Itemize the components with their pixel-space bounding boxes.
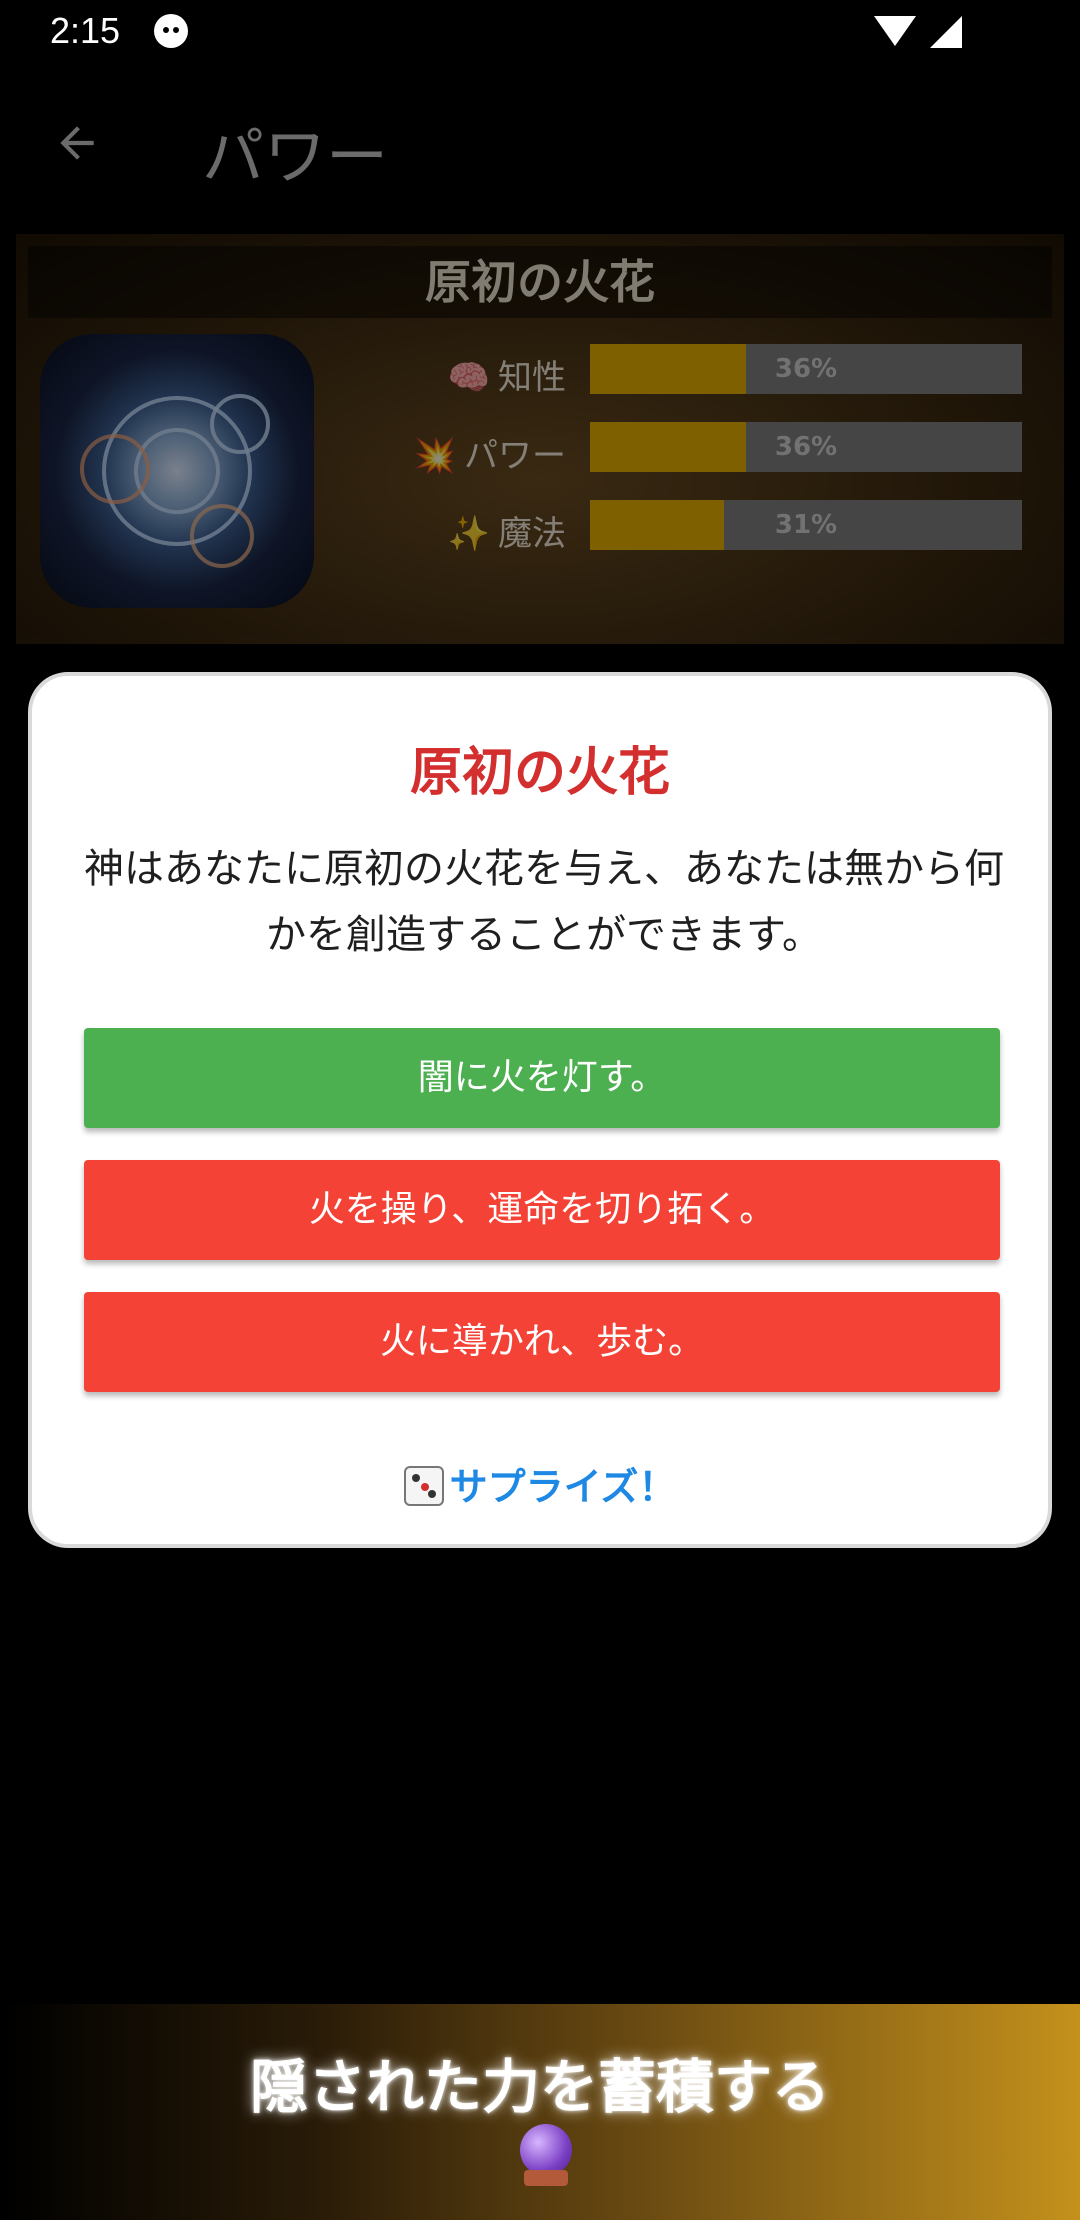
accumulate-power-banner[interactable]: 隠された力を蓄積する xyxy=(0,2004,1080,2220)
stat-row-magic: ✨ 魔法 31% xyxy=(276,500,1056,578)
app-bar: パワー xyxy=(0,90,1080,200)
wifi-icon xyxy=(874,16,916,46)
stat-label: 💥 パワー xyxy=(413,436,566,476)
cosmic-orb-image xyxy=(40,334,314,608)
surprise-link[interactable]: サプライズ！ xyxy=(32,1456,1048,1511)
dialog-body: 神はあなたに原初の火花を与え、あなたは無から何かを創造することができます。 xyxy=(84,846,1004,958)
cat-icon xyxy=(154,14,188,48)
option-button-1[interactable]: 闇に火を灯す。 xyxy=(84,1028,1000,1128)
collision-icon: 💥 xyxy=(413,436,456,476)
sparkles-icon: ✨ xyxy=(447,514,490,554)
stat-label: 🧠 知性 xyxy=(447,358,566,398)
crystal-ball-icon xyxy=(518,2124,574,2188)
stat-bar: 36% xyxy=(590,344,1022,394)
surprise-label: サプライズ！ xyxy=(449,1465,677,1509)
stat-bar: 36% xyxy=(590,422,1022,472)
stat-bar: 31% xyxy=(590,500,1022,550)
stats-list: 🧠 知性 36% 💥 パワー 36% ✨ 魔法 31% xyxy=(276,344,1056,578)
dialog-title: 原初の火花 xyxy=(409,743,670,803)
arrow-left-icon[interactable] xyxy=(52,118,102,168)
dice-icon xyxy=(403,1466,444,1506)
stat-label: ✨ 魔法 xyxy=(447,514,566,554)
stat-row-power: 💥 パワー 36% xyxy=(276,422,1056,500)
brain-icon: 🧠 xyxy=(447,358,490,398)
banner-text: 隠された力を蓄積する xyxy=(249,2053,830,2121)
signal-icon xyxy=(930,16,962,48)
stat-row-intelligence: 🧠 知性 36% xyxy=(276,344,1056,422)
option-button-2[interactable]: 火を操り、運命を切り拓く。 xyxy=(84,1160,1000,1260)
profile-card: 原初の火花 🧠 知性 36% 💥 パワー 36% ✨ 魔法 31% xyxy=(16,234,1064,644)
status-bar: 2:15 xyxy=(0,0,1080,66)
stat-percent: 31% xyxy=(774,510,838,540)
choice-dialog: 原初の火花 神はあなたに原初の火花を与え、あなたは無から何かを創造することができ… xyxy=(28,672,1052,1548)
stat-percent: 36% xyxy=(774,354,838,384)
status-time: 2:15 xyxy=(50,10,121,51)
option-button-3[interactable]: 火に導かれ、歩む。 xyxy=(84,1292,1000,1392)
card-title: 原初の火花 xyxy=(28,246,1052,318)
stat-percent: 36% xyxy=(774,432,838,462)
page-title: パワー xyxy=(202,120,389,193)
